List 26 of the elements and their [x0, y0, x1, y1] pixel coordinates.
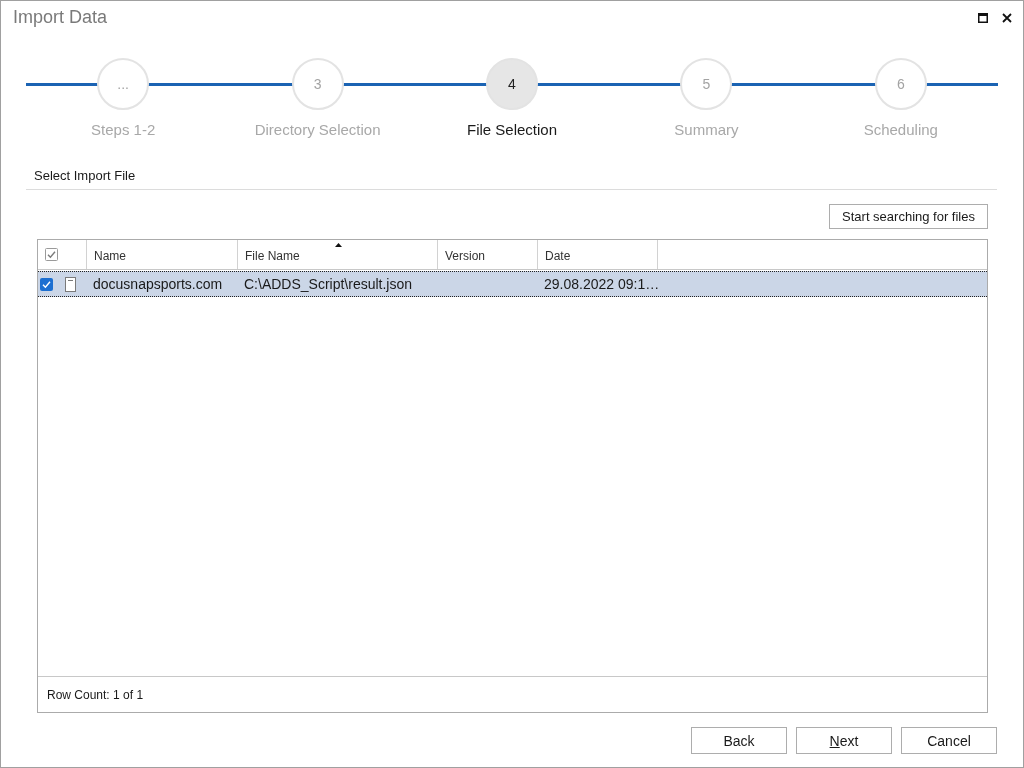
step-circle[interactable]: 4	[486, 58, 538, 110]
column-header[interactable]: Name	[87, 240, 238, 269]
column-header[interactable]: Date	[538, 240, 658, 269]
dialog-button[interactable]: Back	[691, 727, 787, 754]
column-header[interactable]: File Name	[238, 240, 438, 269]
step-label: Directory Selection	[254, 121, 381, 139]
table-cell-text: 29.08.2022 09:1…	[543, 276, 658, 292]
table-cell-text: docusnapsports.com	[92, 276, 224, 292]
row-count-text: Row Count: 1 of 1	[47, 687, 144, 702]
step-label: File Selection	[466, 121, 557, 139]
column-header[interactable]: Version	[438, 240, 538, 269]
close-icon	[1002, 12, 1012, 23]
table-row[interactable]: docusnapsports.com C:\ADDS_Script\result.json 29.08.2022 09:1…	[38, 271, 987, 297]
window-title: Import Data	[13, 7, 109, 28]
step-label: Steps 1-2	[91, 121, 156, 139]
step-label: Scheduling	[863, 121, 938, 139]
row-checkbox[interactable]	[40, 277, 53, 291]
document-icon	[65, 276, 76, 292]
maximize-icon	[978, 12, 988, 23]
section-title: Select Import File	[34, 168, 136, 183]
step-label: Summary	[674, 121, 739, 139]
search-files-button[interactable]: Start searching for files	[829, 204, 988, 229]
table-cell-text: C:\ADDS_Script\result.json	[243, 276, 414, 292]
select-all-checkbox[interactable]	[45, 248, 58, 261]
dialog-button[interactable]: Next	[796, 727, 892, 754]
dialog-button[interactable]: Cancel	[901, 727, 997, 754]
